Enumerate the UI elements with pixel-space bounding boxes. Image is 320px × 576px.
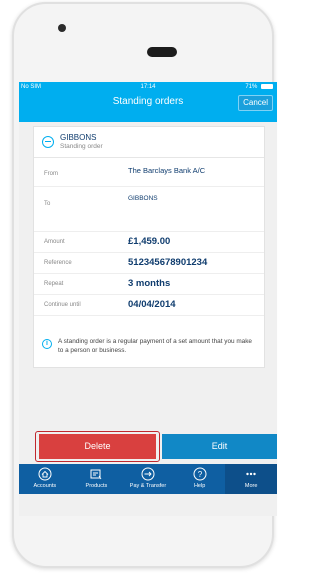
svg-text:?: ? <box>197 470 202 479</box>
clock-label: 17:14 <box>140 84 156 90</box>
tab-products[interactable]: Products <box>71 464 123 494</box>
tab-accounts[interactable]: Accounts <box>19 464 71 494</box>
edit-button[interactable]: Edit <box>162 434 277 459</box>
app-screen: No SIM 17:14 71% Standing orders Cancel … <box>19 82 277 516</box>
more-icon <box>246 472 256 476</box>
tab-label: Help <box>193 483 206 489</box>
tab-label: More <box>244 483 258 489</box>
payee-header: GIBBONS Standing order <box>34 127 264 158</box>
detail-value: GIBBONS <box>128 195 158 202</box>
standing-order-card: GIBBONS Standing order From The Barclays… <box>33 126 265 368</box>
tab-label: Products <box>85 483 108 489</box>
detail-value: 3 months <box>128 278 171 289</box>
detail-row-from: From The Barclays Bank A/C <box>34 158 264 187</box>
detail-value: 512345678901234 <box>128 257 208 268</box>
detail-row-continue-until: Continue until 04/04/2014 <box>34 295 264 316</box>
detail-row-to: To GIBBONS <box>34 187 264 232</box>
tab-label: Accounts <box>33 483 57 489</box>
tab-help[interactable]: ? Help <box>174 464 226 494</box>
detail-row-amount: Amount £1,459.00 <box>34 232 264 253</box>
detail-label: Amount <box>44 239 65 245</box>
info-text: A standing order is a regular payment of… <box>58 338 252 354</box>
info-note: i A standing order is a regular payment … <box>34 334 264 366</box>
cancel-button[interactable]: Cancel <box>238 95 273 111</box>
detail-value: 04/04/2014 <box>128 299 176 310</box>
info-icon: i <box>42 339 52 349</box>
detail-value: £1,459.00 <box>128 236 171 247</box>
detail-row-reference: Reference 512345678901234 <box>34 253 264 274</box>
delete-button[interactable]: Delete <box>39 434 156 459</box>
house-icon <box>38 467 52 481</box>
detail-label: Repeat <box>44 281 64 287</box>
tab-more[interactable]: More <box>225 464 277 494</box>
help-icon: ? <box>193 467 207 481</box>
battery-label: 71% <box>245 84 258 91</box>
detail-value: The Barclays Bank A/C <box>128 166 206 175</box>
detail-label: Reference <box>44 260 72 266</box>
payee-name: GIBBONS <box>60 133 97 142</box>
payee-type: Standing order <box>60 143 103 150</box>
detail-row-repeat: Repeat 3 months <box>34 274 264 295</box>
transfer-icon <box>141 467 155 481</box>
battery-status: 71% <box>245 84 273 90</box>
battery-icon <box>261 84 273 89</box>
transfer-arrow-icon <box>42 136 54 148</box>
detail-label: To <box>44 201 51 207</box>
speaker-slot <box>147 47 177 57</box>
tab-bar: Accounts Products Pay & Transfer ? Help <box>19 464 277 494</box>
tab-label: Pay & Transfer <box>129 483 167 489</box>
top-bar: No SIM 17:14 71% Standing orders Cancel <box>19 82 277 122</box>
tab-pay-transfer[interactable]: Pay & Transfer <box>122 464 174 494</box>
detail-label: From <box>44 171 58 177</box>
detail-label: Continue until <box>44 302 81 308</box>
camera-dot <box>58 24 66 32</box>
products-icon <box>90 469 102 480</box>
